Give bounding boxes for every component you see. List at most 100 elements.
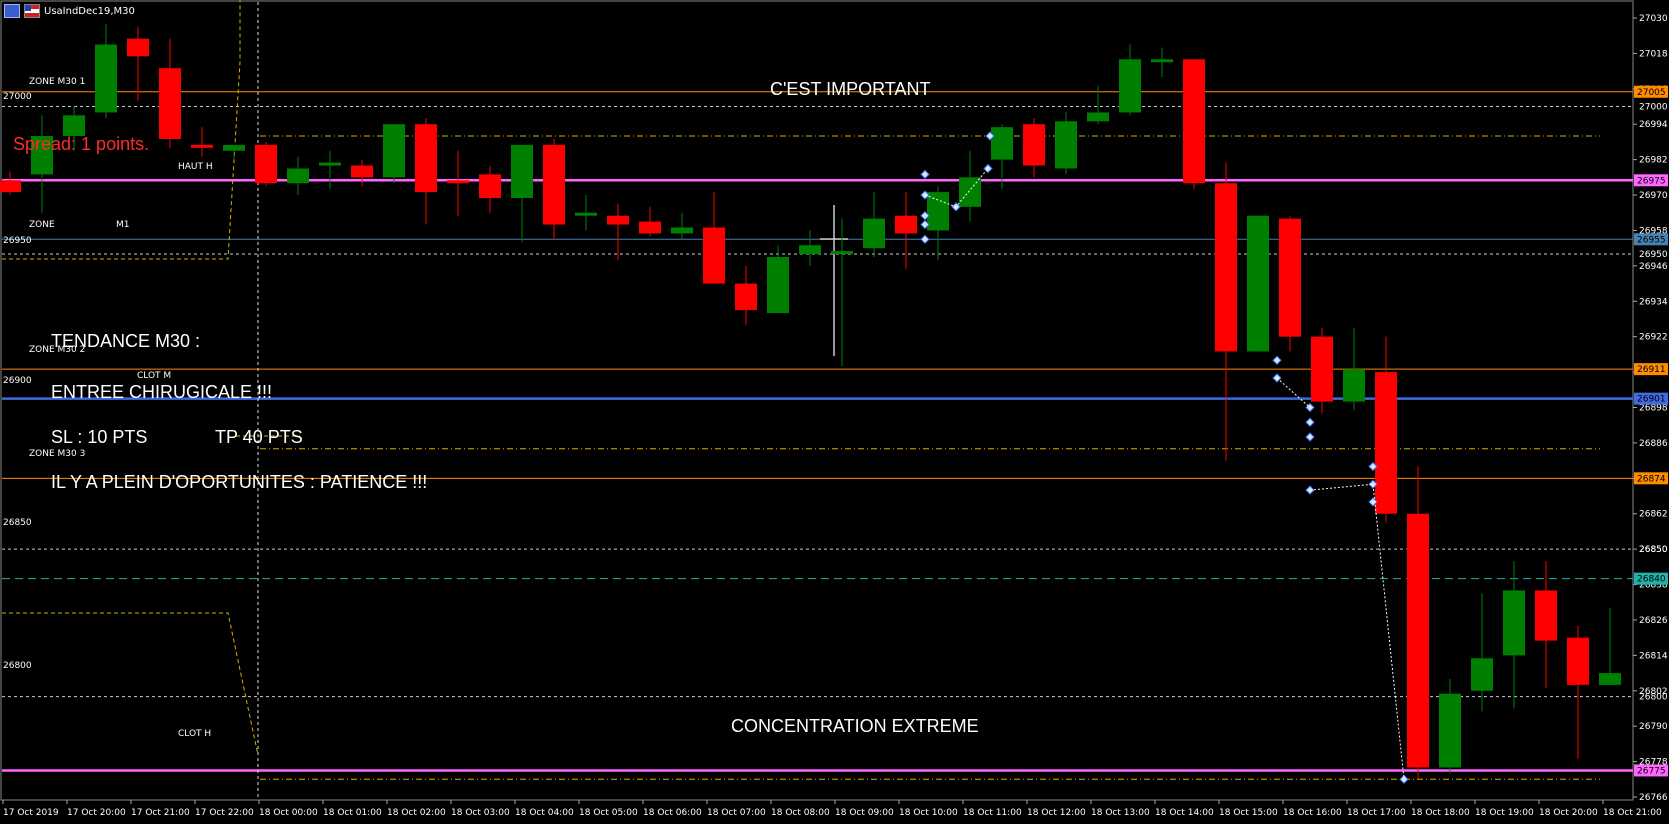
zone-label: M1 [116, 220, 130, 230]
candle-body [1119, 59, 1141, 113]
candle-body [447, 180, 469, 184]
candle-body [543, 144, 565, 225]
candle-body [927, 192, 949, 231]
x-tick-label: 18 Oct 19:00 [1475, 808, 1534, 818]
candle-body [1151, 59, 1173, 63]
y-tick-label: 26994 [1639, 120, 1668, 130]
x-tick-label: 18 Oct 04:00 [515, 808, 574, 818]
x-tick-label: 18 Oct 02:00 [387, 808, 446, 818]
annotation-text: CONCENTRATION EXTREME [731, 716, 979, 736]
x-tick-label: 18 Oct 08:00 [771, 808, 830, 818]
y-tick-label: 26766 [1639, 793, 1668, 803]
zone-label: 26850 [3, 518, 32, 528]
annotation-text: SL : 10 PTS [51, 427, 148, 447]
level-label: 27000 [1639, 103, 1668, 113]
x-tick-label: 17 Oct 21:00 [131, 808, 190, 818]
level-label: 26850 [1639, 545, 1668, 555]
symbol-title: UsaIndDec19,M30 [44, 5, 135, 17]
price-tag-label: 26874 [1637, 474, 1666, 484]
candle-body [223, 144, 245, 151]
candle-body [1439, 693, 1461, 768]
chart-window-icon[interactable] [4, 4, 20, 18]
candle-body [767, 257, 789, 314]
trade-marker [920, 169, 930, 180]
candle-body [255, 144, 277, 184]
candle-body [127, 38, 149, 57]
candle-body [0, 180, 21, 193]
candle-body [671, 227, 693, 234]
y-tick-label: 26970 [1639, 191, 1668, 201]
candle-body [1407, 513, 1429, 768]
y-tick-label: 26790 [1639, 722, 1668, 732]
candle-body [63, 115, 85, 137]
y-tick-label: 26934 [1639, 297, 1668, 307]
annotation-text: IL Y A PLEIN D'OPORTUNITES : PATIENCE !!… [51, 472, 428, 492]
candle-body [1375, 372, 1397, 514]
zone-label: 26900 [3, 376, 32, 386]
candle-body [1279, 218, 1301, 337]
candle-body [1183, 59, 1205, 184]
candle-body [735, 283, 757, 311]
price-tag-label: 26840 [1637, 575, 1666, 585]
price-tag-label: 26955 [1637, 235, 1666, 245]
candle-body [1023, 124, 1045, 166]
zone-label: 27000 [3, 92, 32, 102]
price-tag-label: 26911 [1637, 365, 1666, 375]
y-tick-label: 26862 [1639, 510, 1668, 520]
candle-body [575, 212, 597, 216]
channel-line [2, 612, 259, 756]
level-label: 26950 [1639, 250, 1668, 260]
candle-body [1311, 336, 1333, 402]
trade-marker [1305, 432, 1315, 442]
candle-body [1247, 215, 1269, 352]
x-tick-label: 18 Oct 17:00 [1347, 808, 1406, 818]
trade-marker [1305, 417, 1315, 427]
x-tick-label: 18 Oct 11:00 [963, 808, 1022, 818]
x-tick-label: 18 Oct 03:00 [451, 808, 510, 818]
us-flag-icon [24, 4, 40, 18]
candle-body [1087, 112, 1109, 122]
x-tick-label: 18 Oct 16:00 [1283, 808, 1342, 818]
candle-body [991, 127, 1013, 160]
zone-label: ZONE M30 1 [29, 77, 86, 87]
candle-body [799, 245, 821, 255]
trade-link [1309, 483, 1405, 780]
candle-body [95, 44, 117, 113]
zone-label: CLOT M [137, 371, 172, 381]
candle-body [1471, 658, 1493, 691]
zone-label: 26950 [3, 236, 32, 246]
price-tag-label: 26775 [1637, 766, 1666, 776]
price-chart[interactable]: 2703027018270062699426982269702695826946… [0, 0, 1669, 824]
annotation-text: TENDANCE M30 : [51, 331, 201, 351]
trade-marker [983, 163, 993, 174]
zone-label: CLOT H [178, 729, 212, 739]
annotation-text: TP 40 PTS [215, 427, 303, 447]
candle-body [287, 168, 309, 184]
x-tick-label: 18 Oct 06:00 [643, 808, 702, 818]
x-tick-label: 17 Oct 2019 [3, 808, 59, 818]
candle-body [351, 165, 373, 178]
x-tick-label: 17 Oct 22:00 [195, 808, 254, 818]
candle-body [895, 215, 917, 234]
x-tick-label: 18 Oct 12:00 [1027, 808, 1086, 818]
x-tick-label: 18 Oct 07:00 [707, 808, 766, 818]
x-tick-label: 18 Oct 09:00 [835, 808, 894, 818]
y-tick-label: 27030 [1639, 14, 1668, 24]
price-tag-label: 26975 [1637, 176, 1666, 186]
price-tag-label: 26901 [1637, 395, 1666, 405]
x-tick-label: 18 Oct 13:00 [1091, 808, 1150, 818]
trade-marker [1272, 355, 1282, 365]
candle-body [1503, 590, 1525, 656]
y-tick-label: 27018 [1639, 49, 1668, 59]
y-tick-label: 26826 [1639, 616, 1668, 626]
candle-body [479, 174, 501, 198]
candle-body [1215, 183, 1237, 352]
y-tick-label: 26886 [1639, 439, 1668, 449]
x-tick-label: 18 Oct 15:00 [1219, 808, 1278, 818]
candle-body [159, 68, 181, 139]
level-label: 26800 [1639, 693, 1668, 703]
x-tick-label: 18 Oct 14:00 [1155, 808, 1214, 818]
candle-body [383, 124, 405, 178]
x-tick-label: 18 Oct 10:00 [899, 808, 958, 818]
annotation-text: ENTREE CHIRUGICALE !!! [51, 382, 273, 402]
